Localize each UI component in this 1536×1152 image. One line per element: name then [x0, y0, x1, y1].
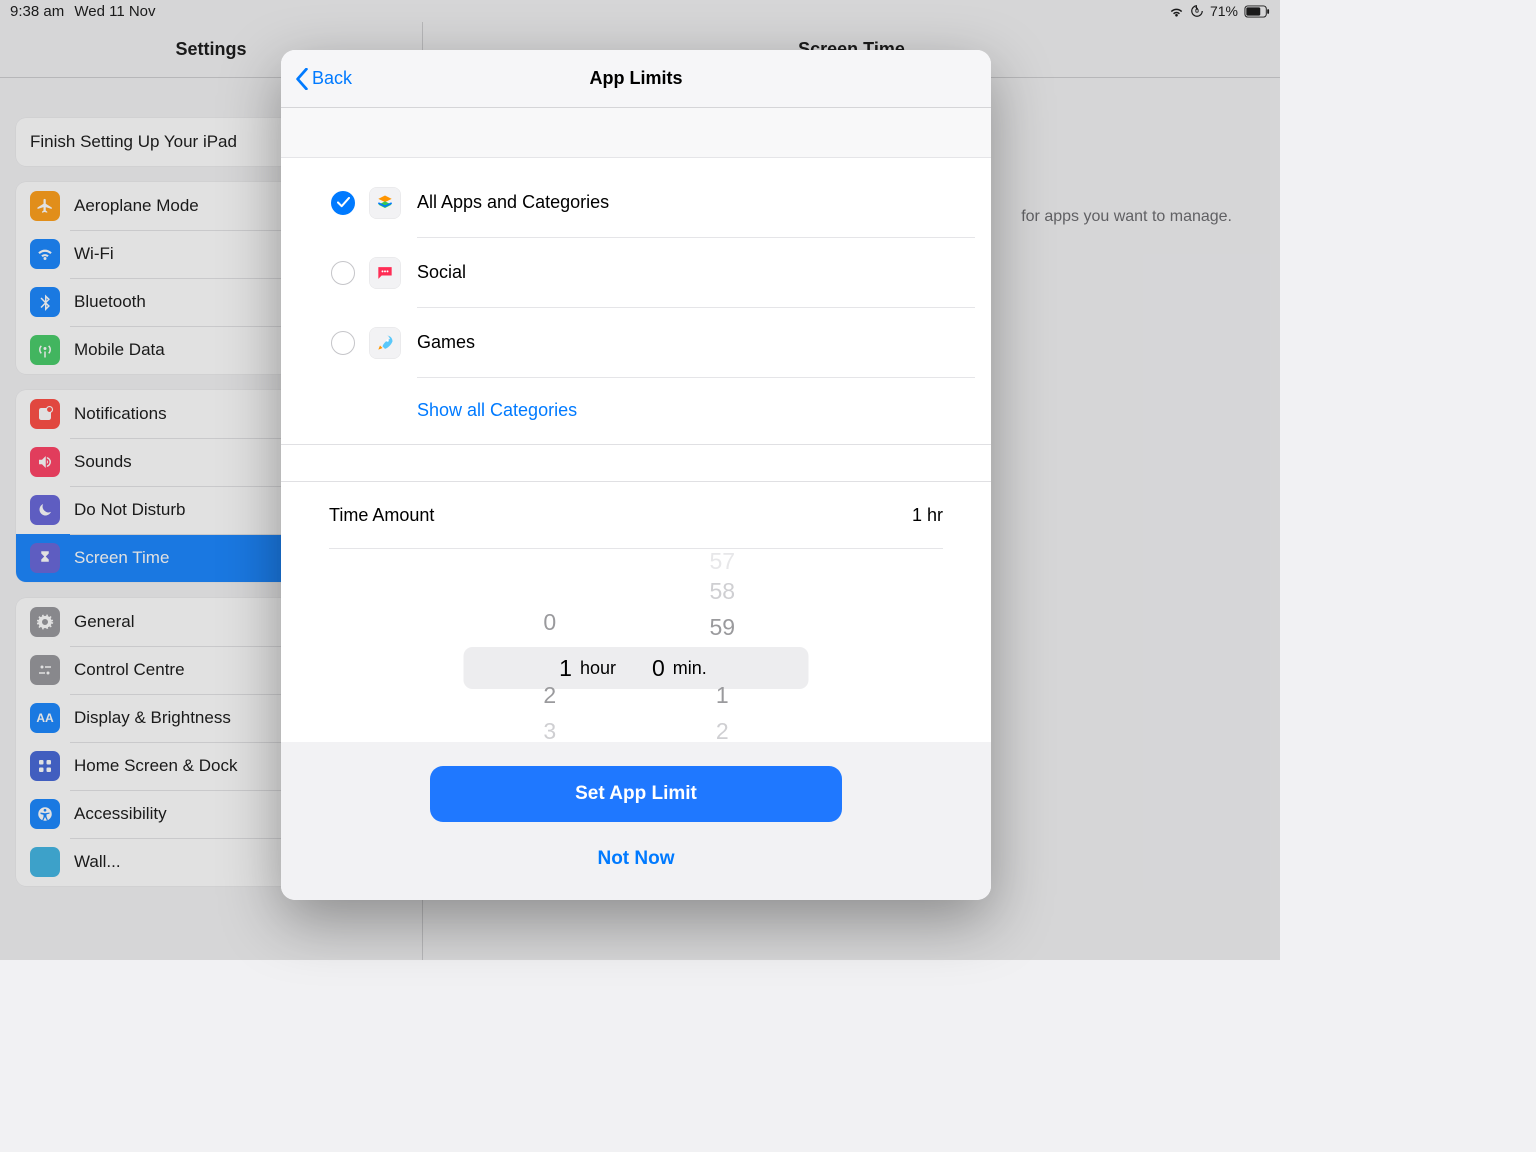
aeroplane-icon — [30, 191, 60, 221]
picker-value-below: 3 — [543, 713, 556, 742]
bluetooth-icon — [30, 287, 60, 317]
grid-icon — [30, 751, 60, 781]
checkbox-empty-icon[interactable] — [331, 331, 355, 355]
picker-value-above: 58 — [709, 573, 735, 609]
stack-icon — [369, 187, 401, 219]
sounds-icon — [30, 447, 60, 477]
picker-value-above: 0 — [543, 604, 556, 640]
control-centre-icon — [30, 655, 60, 685]
status-bar: 9:38 am Wed 11 Nov 71% — [0, 0, 1280, 22]
checkbox-checked-icon[interactable] — [331, 191, 355, 215]
picker-hours-column[interactable]: 0 2 3 — [464, 549, 637, 742]
moon-icon — [30, 495, 60, 525]
back-button[interactable]: Back — [289, 50, 358, 107]
sheet-title: App Limits — [590, 68, 683, 89]
time-picker[interactable]: 0 2 3 1 hour 57 58 59 1 — [464, 549, 809, 742]
picker-value-below: 2 — [716, 713, 729, 742]
category-row-social[interactable]: Social — [281, 238, 991, 308]
show-all-label: Show all Categories — [417, 400, 577, 421]
wifi-status-icon — [1169, 5, 1184, 17]
battery-percent: 71% — [1210, 3, 1238, 19]
sheet-footer: Set App Limit Not Now — [281, 742, 991, 900]
rocket-icon — [369, 327, 401, 359]
antenna-icon — [30, 335, 60, 365]
time-amount-value: 1 hr — [912, 505, 943, 526]
wallpaper-icon — [30, 847, 60, 877]
picker-value-above: 57 — [709, 549, 735, 573]
picker-minutes-column[interactable]: 57 58 59 1 2 — [636, 549, 809, 742]
set-app-limit-button[interactable]: Set App Limit — [430, 766, 842, 822]
primary-button-label: Set App Limit — [575, 783, 697, 805]
status-time: 9:38 am — [10, 3, 64, 20]
back-label: Back — [312, 68, 352, 89]
chat-icon — [369, 257, 401, 289]
gear-icon — [30, 607, 60, 637]
sheet-navbar: Back App Limits — [281, 50, 991, 108]
picker-value-above: 59 — [709, 609, 735, 645]
category-label: All Apps and Categories — [417, 192, 609, 213]
secondary-button-label: Not Now — [597, 848, 674, 870]
category-row-all[interactable]: All Apps and Categories — [281, 168, 991, 238]
category-row-games[interactable]: Games — [281, 308, 991, 378]
show-all-categories-link[interactable]: Show all Categories — [281, 378, 991, 444]
picker-selected-minutes: 0 min. — [636, 647, 809, 689]
picker-selected-hours: 1 hour — [464, 647, 637, 689]
hourglass-icon — [30, 543, 60, 573]
category-label: Games — [417, 332, 475, 353]
notifications-icon — [30, 399, 60, 429]
battery-icon — [1244, 5, 1270, 18]
categories-group: All Apps and Categories Social — [281, 158, 991, 444]
not-now-button[interactable]: Not Now — [597, 842, 674, 876]
category-label: Social — [417, 262, 466, 283]
time-amount-row: Time Amount 1 hr — [281, 482, 991, 548]
status-date: Wed 11 Nov — [74, 3, 155, 20]
checkbox-empty-icon[interactable] — [331, 261, 355, 285]
wifi-icon — [30, 239, 60, 269]
time-amount-label: Time Amount — [329, 505, 434, 526]
orientation-lock-icon — [1190, 4, 1204, 18]
accessibility-icon — [30, 799, 60, 829]
app-limits-sheet: Back App Limits All Apps and Categories — [281, 50, 991, 900]
display-icon: AA — [30, 703, 60, 733]
